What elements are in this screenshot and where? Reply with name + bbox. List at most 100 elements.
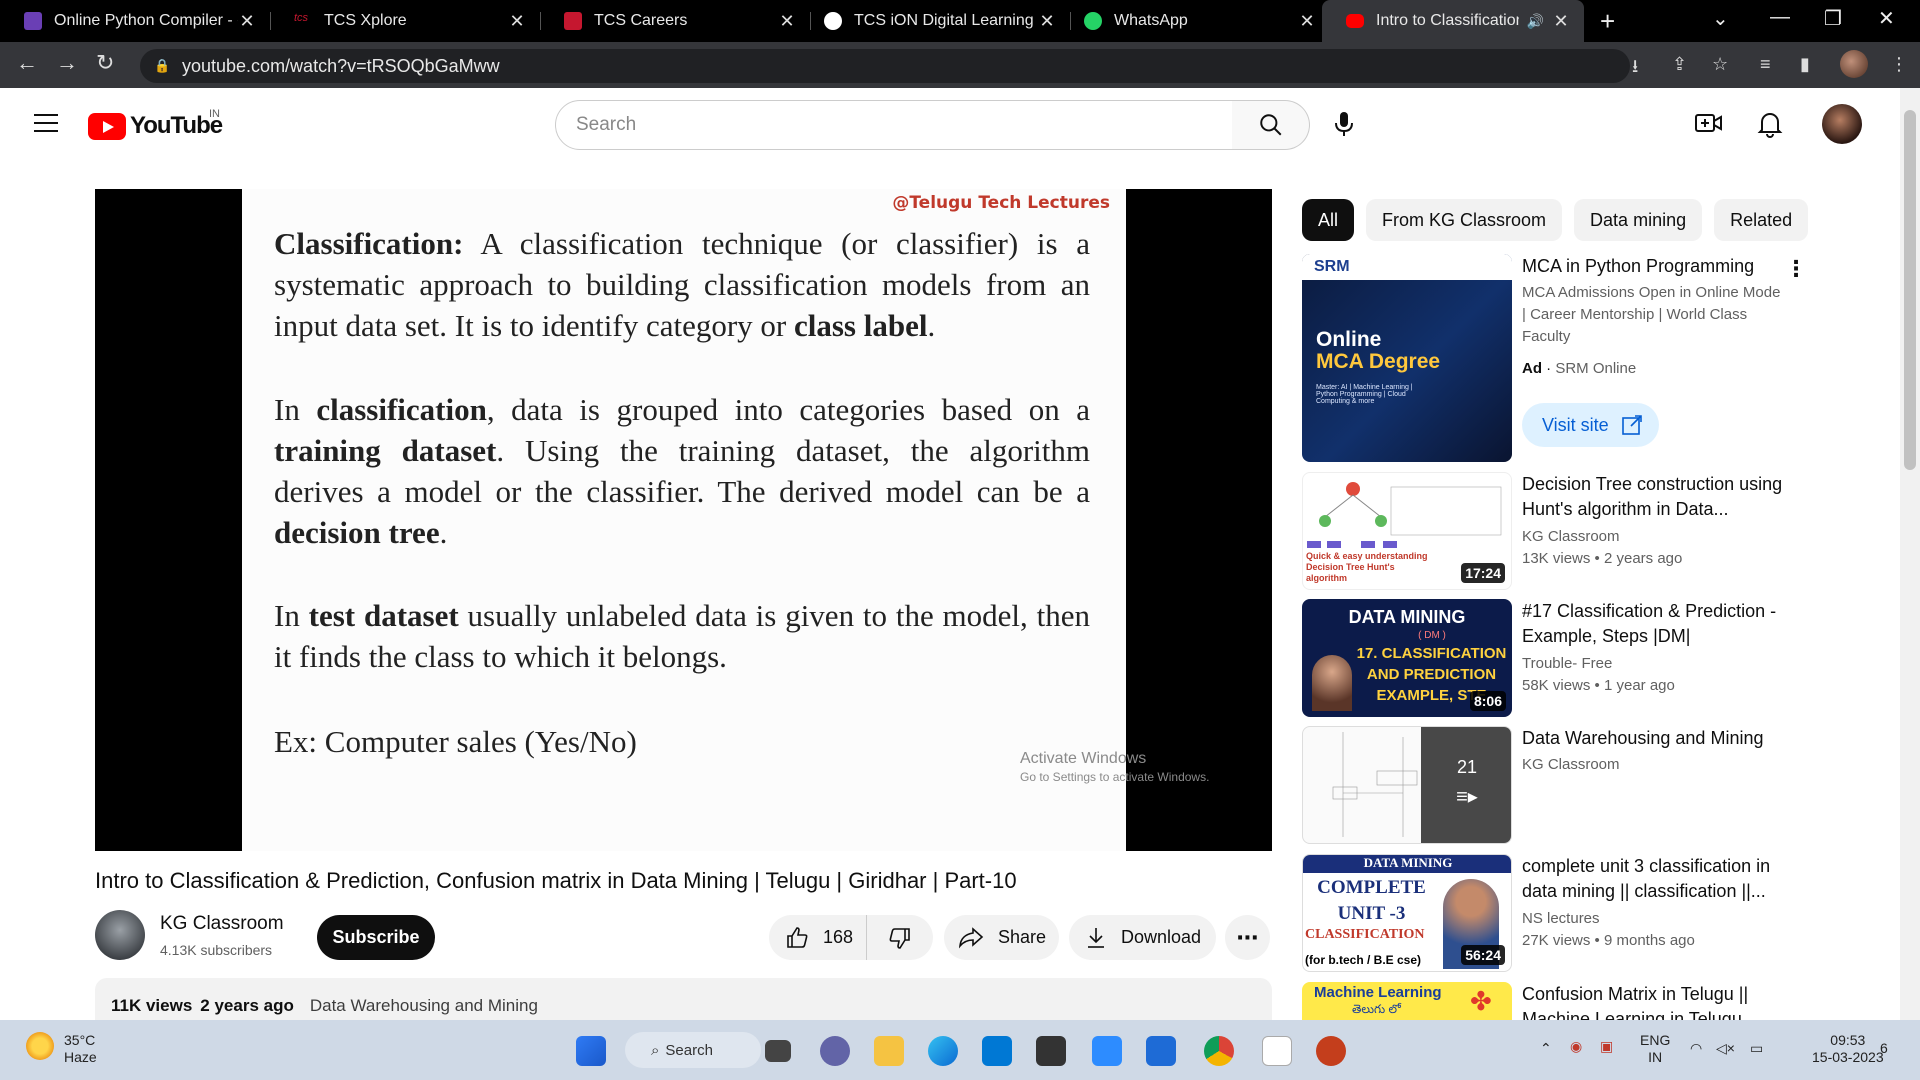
visit-site-button[interactable]: Visit site — [1522, 403, 1659, 447]
close-icon[interactable]: ✕ — [1298, 11, 1316, 32]
recommendation-item[interactable]: DATA MINING COMPLETE UNIT -3 CLASSIFICAT… — [1302, 854, 1882, 974]
search-button[interactable] — [1232, 100, 1310, 150]
visit-site-label: Visit site — [1542, 414, 1609, 435]
teams-chat-icon[interactable] — [820, 1036, 850, 1066]
clock[interactable]: 09:53 15-03-2023 — [1812, 1032, 1884, 1066]
tab-tcs-xplore[interactable]: tcs TCS Xplore ✕ — [270, 0, 540, 42]
window-close-icon[interactable]: ✕ — [1878, 6, 1895, 31]
recommendation-item[interactable]: Machine Learning తెలుగు లో ✤ Confusion M… — [1302, 982, 1882, 1020]
chip-related[interactable]: Related — [1714, 199, 1809, 241]
chip-data-mining[interactable]: Data mining — [1574, 199, 1703, 241]
side-panel-icon[interactable]: ▮ — [1800, 54, 1810, 75]
notification-count[interactable]: 6 — [1880, 1040, 1888, 1057]
playlist-thumbnail[interactable]: 21 ≡▸ — [1302, 726, 1512, 844]
task-view-icon[interactable] — [765, 1040, 791, 1062]
tab-python-compiler[interactable]: Online Python Compiler - o ✕ — [0, 0, 270, 42]
page-scrollbar[interactable] — [1900, 88, 1920, 1020]
subscribe-button[interactable]: Subscribe — [317, 915, 435, 960]
video-thumbnail[interactable]: Machine Learning తెలుగు లో ✤ — [1302, 982, 1512, 1020]
install-icon[interactable]: ⭳ — [1632, 54, 1638, 84]
like-button[interactable]: 168 — [769, 915, 867, 960]
maximize-icon[interactable]: ❐ — [1824, 6, 1842, 31]
microphone-icon[interactable] — [1332, 110, 1356, 143]
close-icon[interactable]: ✕ — [508, 11, 526, 32]
playlist-item[interactable]: 21 ≡▸ Data Warehousing and Mining KG Cla… — [1302, 726, 1882, 846]
scrollbar-thumb[interactable] — [1904, 110, 1916, 470]
chip-all[interactable]: All — [1302, 199, 1355, 241]
video-thumbnail[interactable]: DATA MINING ( DM ) 17. CLASSIFICATION AN… — [1302, 599, 1512, 717]
more-actions-icon[interactable]: ⋯ — [1225, 915, 1270, 960]
video-title: Decision Tree construction using Hunt's … — [1522, 474, 1783, 519]
recommendation-item[interactable]: DATA MINING ( DM ) 17. CLASSIFICATION AN… — [1302, 599, 1882, 719]
close-icon[interactable]: ✕ — [778, 11, 796, 32]
tray-security-icon[interactable]: ▣ — [1600, 1038, 1613, 1055]
share-button[interactable]: Share — [944, 915, 1059, 960]
minimize-icon[interactable]: — — [1770, 6, 1790, 29]
powerpoint-icon[interactable] — [1316, 1036, 1346, 1066]
share-page-icon[interactable]: ⇪ — [1672, 54, 1687, 75]
back-icon[interactable]: ← — [16, 50, 38, 76]
like-count: 168 — [823, 927, 854, 947]
weather-widget[interactable]: 35°C Haze — [26, 1032, 97, 1066]
hamburger-menu-icon[interactable] — [34, 114, 58, 138]
app-icon[interactable] — [1036, 1036, 1066, 1066]
document-app-icon[interactable] — [1262, 1036, 1292, 1066]
description-tag[interactable]: Data Warehousing and Mining — [310, 996, 538, 1015]
chrome-icon[interactable] — [1204, 1036, 1234, 1066]
channel-avatar[interactable] — [95, 910, 145, 960]
volume-icon[interactable]: ◁× — [1716, 1040, 1735, 1057]
thumb-subheading: ( DM ) — [1418, 630, 1446, 641]
speaker-icon[interactable]: 🔊 — [1527, 13, 1544, 30]
tab-youtube-active[interactable]: Intro to Classification & 🔊 ✕ — [1322, 0, 1584, 42]
microsoft-store-icon[interactable] — [982, 1036, 1012, 1066]
ad-more-options-icon[interactable]: ⋮ — [1785, 256, 1807, 282]
address-bar[interactable]: 🔒 youtube.com/watch?v=tRSOQbGaMww — [140, 49, 1630, 83]
thumbs-down-icon — [889, 927, 910, 949]
webex-icon[interactable] — [1146, 1036, 1176, 1066]
bookmark-star-icon[interactable]: ☆ — [1712, 54, 1728, 75]
tab-tcs-ion[interactable]: TCS iON Digital Learning ✕ — [800, 0, 1070, 42]
windows-start-icon[interactable] — [576, 1036, 606, 1066]
chip-from-channel[interactable]: From KG Classroom — [1366, 199, 1563, 241]
tray-app-icon[interactable]: ◉ — [1570, 1038, 1582, 1055]
reload-icon[interactable]: ↻ — [96, 50, 114, 76]
menu-kebab-icon[interactable]: ⋮ — [1890, 54, 1908, 75]
help-app-icon[interactable] — [1092, 1036, 1122, 1066]
notifications-bell-icon[interactable] — [1757, 110, 1783, 143]
tray-chevron-icon[interactable]: ⌃ — [1540, 1040, 1552, 1057]
search-input[interactable]: Search — [555, 100, 1233, 150]
edge-browser-icon[interactable] — [928, 1036, 958, 1066]
tab-search-icon[interactable]: ⌄ — [1712, 6, 1729, 31]
recommendation-item[interactable]: Quick & easy understanding Decision Tree… — [1302, 472, 1882, 592]
tab-whatsapp[interactable]: WhatsApp ✕ — [1060, 0, 1330, 42]
file-explorer-icon[interactable] — [874, 1036, 904, 1066]
youtube-logo[interactable]: YouTube IN — [88, 108, 223, 140]
description-box[interactable]: 11K views 2 years ago Data Warehousing and… — [95, 978, 1272, 1020]
channel-name: NS lectures — [1522, 910, 1600, 927]
taskbar-search[interactable]: ⌕ Search — [625, 1032, 761, 1068]
dislike-button[interactable] — [867, 915, 933, 960]
browser-profile-avatar[interactable] — [1840, 50, 1868, 78]
create-video-icon[interactable] — [1694, 110, 1724, 141]
language-indicator[interactable]: ENG IN — [1640, 1032, 1670, 1066]
slide-paragraph-1: Classification: A classification techniq… — [274, 226, 1090, 343]
forward-icon[interactable]: → — [56, 50, 78, 76]
account-avatar[interactable] — [1822, 104, 1862, 144]
temperature: 35°C — [64, 1032, 96, 1048]
close-icon[interactable]: ✕ — [1038, 11, 1056, 32]
battery-icon[interactable]: ▭ — [1750, 1040, 1763, 1057]
tab-tcs-careers[interactable]: TCS Careers ✕ — [540, 0, 810, 42]
video-thumbnail[interactable]: Quick & easy understanding Decision Tree… — [1302, 472, 1512, 590]
lock-icon: 🔒 — [154, 58, 171, 73]
close-icon[interactable]: ✕ — [238, 11, 256, 32]
new-tab-icon[interactable]: + — [1600, 6, 1615, 37]
download-button[interactable]: Download — [1069, 915, 1216, 960]
ad-thumbnail[interactable]: SRM Online MCA Degree Master: AI | Machi… — [1302, 254, 1512, 462]
channel-name[interactable]: KG Classroom — [160, 913, 284, 935]
video-thumbnail[interactable]: DATA MINING COMPLETE UNIT -3 CLASSIFICAT… — [1302, 854, 1512, 972]
tab-title: WhatsApp — [1114, 12, 1188, 29]
close-icon[interactable]: ✕ — [1552, 11, 1570, 32]
external-link-icon — [1621, 415, 1642, 435]
wifi-icon[interactable]: ◠ — [1690, 1040, 1702, 1057]
media-queue-icon[interactable]: ≡ — [1760, 54, 1771, 75]
